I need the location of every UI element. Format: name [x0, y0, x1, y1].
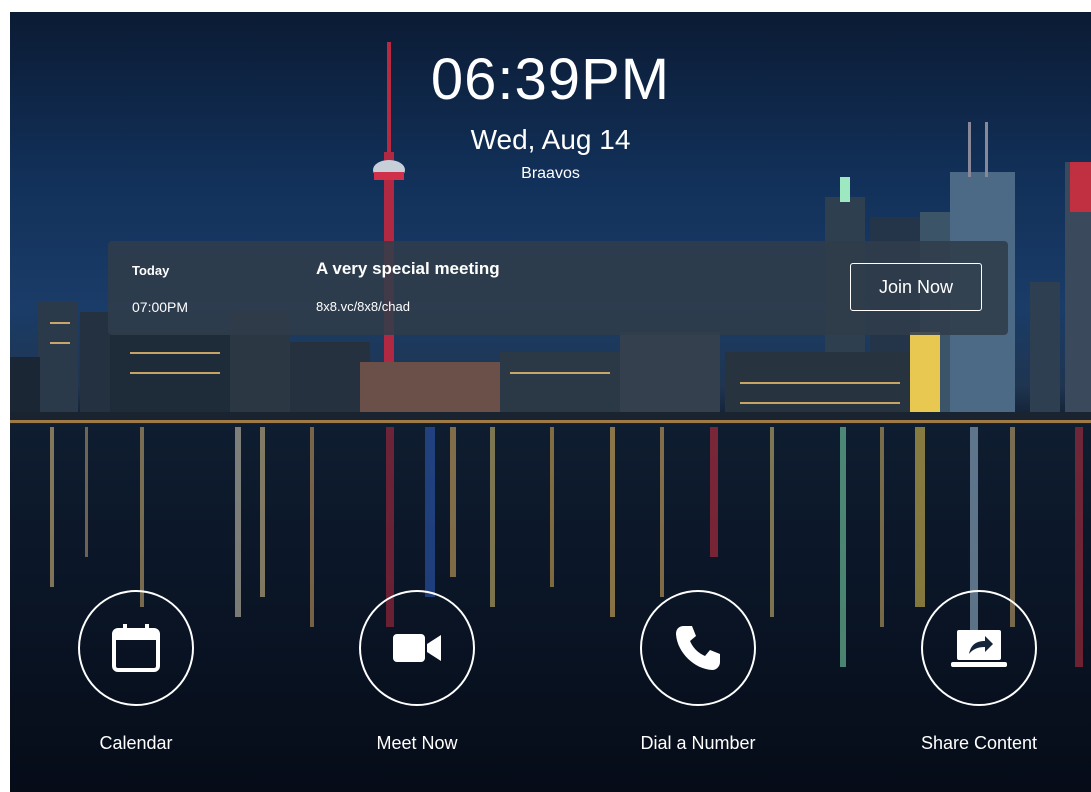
- phone-icon: [676, 626, 720, 670]
- meeting-time: 07:00PM: [132, 299, 189, 315]
- share-content-button[interactable]: [921, 590, 1037, 706]
- share-content-action: Share Content: [879, 590, 1079, 754]
- meeting-title: A very special meeting: [316, 259, 500, 278]
- video-camera-icon: [393, 634, 441, 662]
- share-screen-icon: [951, 630, 1007, 667]
- clock-date: Wed, Aug 14: [470, 124, 631, 155]
- meeting-day: Today: [132, 263, 170, 278]
- meet-now-action: Meet Now: [317, 590, 517, 754]
- share-content-label: Share Content: [920, 733, 1038, 753]
- dial-number-button[interactable]: [640, 590, 756, 706]
- calendar-action: Calendar: [36, 590, 236, 754]
- room-location: Braavos: [521, 165, 580, 182]
- dial-number-label: Dial a Number: [640, 733, 756, 753]
- calendar-button[interactable]: [78, 590, 194, 706]
- clock-time: 06:39PM: [430, 47, 671, 112]
- calendar-icon: [112, 624, 160, 672]
- meet-now-button[interactable]: [359, 590, 475, 706]
- dial-number-action: Dial a Number: [598, 590, 798, 754]
- upcoming-meeting-card: Today 07:00PM A very special meeting 8x8…: [108, 241, 1008, 335]
- meeting-link: 8x8.vc/8x8/chad: [316, 299, 410, 314]
- meet-now-label: Meet Now: [376, 733, 458, 753]
- calendar-label: Calendar: [99, 733, 173, 753]
- join-now-button[interactable]: Join Now: [850, 263, 982, 311]
- home-screen: 06:39PM Wed, Aug 14 Braavos Today 07:00P…: [10, 12, 1091, 792]
